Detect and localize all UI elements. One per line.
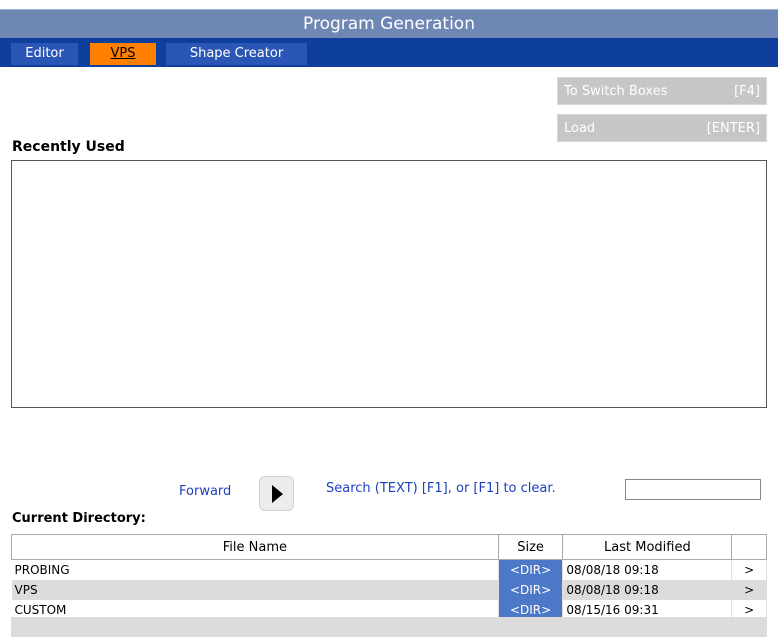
tab-editor[interactable]: Editor bbox=[11, 43, 78, 65]
dir-badge: <DIR> bbox=[498, 580, 564, 600]
tab-shape-creator[interactable]: Shape Creator bbox=[166, 43, 307, 65]
col-open bbox=[731, 534, 767, 560]
table-row[interactable]: VPS <DIR> 08/08/18 09:18 > bbox=[11, 580, 767, 600]
file-name: VPS bbox=[11, 580, 499, 600]
file-name: PROBING bbox=[11, 559, 499, 580]
current-directory-label: Current Directory: bbox=[12, 511, 146, 526]
load-button[interactable]: Load [ENTER] bbox=[557, 114, 767, 142]
load-key: [ENTER] bbox=[706, 121, 760, 136]
col-file-name[interactable]: File Name bbox=[11, 534, 499, 560]
search-input[interactable] bbox=[625, 479, 761, 500]
switch-boxes-button[interactable]: To Switch Boxes [F4] bbox=[557, 77, 767, 105]
tab-bar: Editor VPS Shape Creator bbox=[0, 38, 778, 67]
search-hint: Search (TEXT) [F1], or [F1] to clear. bbox=[326, 481, 556, 496]
forward-button[interactable] bbox=[259, 476, 294, 511]
switch-boxes-label: To Switch Boxes bbox=[564, 84, 668, 99]
recently-used-label: Recently Used bbox=[12, 139, 125, 155]
open-arrow-icon[interactable]: > bbox=[731, 580, 767, 600]
last-modified: 08/08/18 09:18 bbox=[562, 580, 733, 600]
col-size[interactable]: Size bbox=[497, 534, 564, 560]
dir-badge: <DIR> bbox=[498, 559, 564, 580]
col-last-modified[interactable]: Last Modified bbox=[562, 534, 733, 560]
tab-vps[interactable]: VPS bbox=[90, 43, 156, 65]
recently-used-list[interactable] bbox=[11, 160, 767, 408]
load-label: Load bbox=[564, 121, 596, 136]
play-triangle-icon bbox=[272, 485, 283, 503]
switch-boxes-key: [F4] bbox=[734, 84, 760, 99]
table-row[interactable]: PROBING <DIR> 08/08/18 09:18 > bbox=[11, 559, 767, 580]
empty-table-row bbox=[11, 617, 767, 637]
last-modified: 08/08/18 09:18 bbox=[562, 559, 733, 580]
file-table-header: File Name Size Last Modified bbox=[11, 534, 767, 560]
file-table: File Name Size Last Modified PROBING <DI… bbox=[11, 534, 767, 620]
forward-label[interactable]: Forward bbox=[179, 484, 231, 499]
open-arrow-icon[interactable]: > bbox=[731, 559, 767, 580]
window-title: Program Generation bbox=[0, 9, 778, 39]
